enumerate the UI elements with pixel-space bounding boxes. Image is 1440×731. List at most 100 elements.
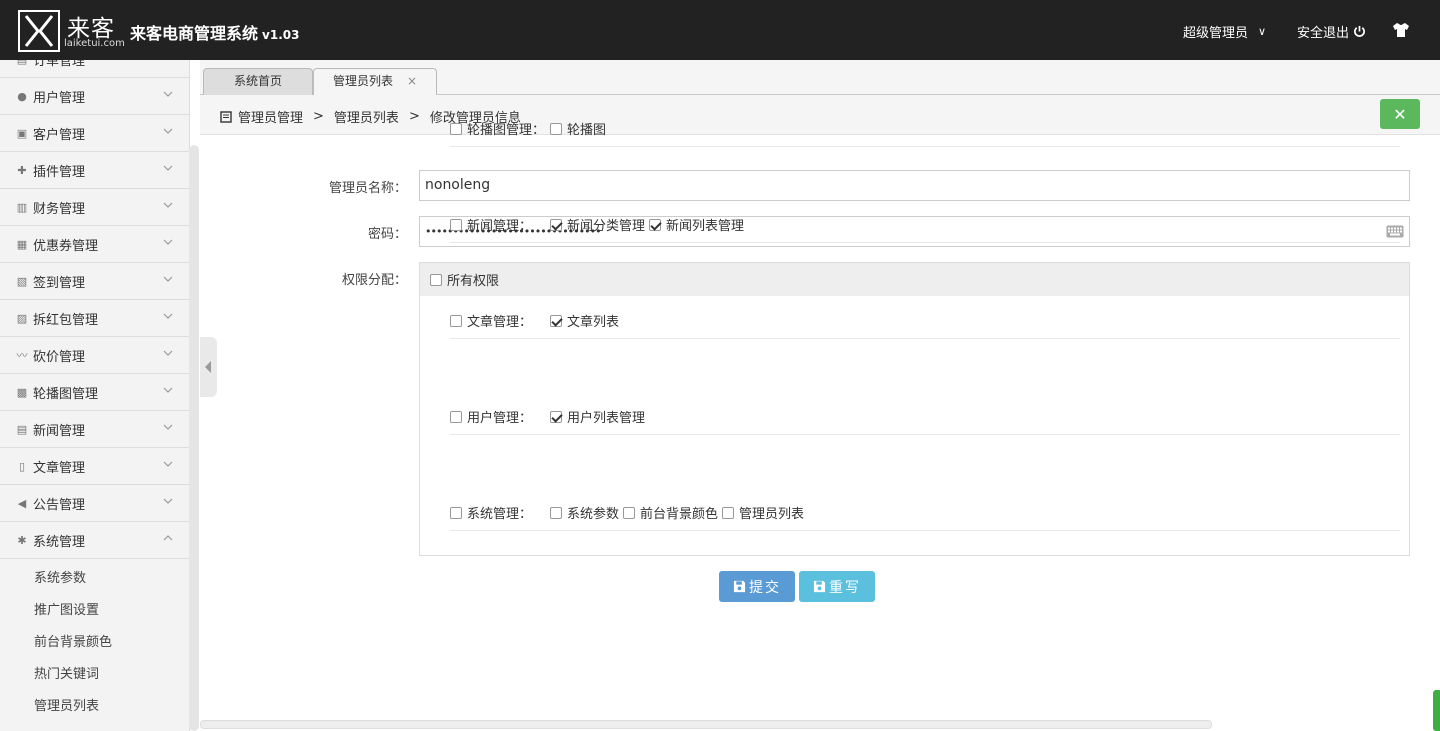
sidebar-subitem[interactable]: 推广图设置 bbox=[0, 595, 189, 627]
file-icon: ▯ bbox=[18, 459, 26, 473]
permission-checkbox[interactable] bbox=[550, 506, 562, 519]
all-permissions-checkbox[interactable] bbox=[430, 273, 442, 286]
sidebar-scrollbar[interactable] bbox=[189, 145, 199, 731]
reset-label: 重写 bbox=[829, 579, 861, 596]
breadcrumb-item[interactable]: 管理员列表 bbox=[334, 107, 399, 126]
permission-checkbox[interactable] bbox=[550, 314, 562, 327]
permission-group-checkbox[interactable] bbox=[450, 218, 462, 231]
permission-checkbox[interactable] bbox=[649, 218, 662, 231]
save-icon bbox=[813, 580, 826, 593]
chevron-down-icon bbox=[163, 350, 173, 356]
power-icon bbox=[1354, 25, 1365, 37]
permission-label: 新闻分类管理 bbox=[567, 219, 646, 234]
permission-panel: 所有权限 轮播图管理： 轮播图 新闻管理： 新闻分类管理 新闻列表管理 文章管理： 文章列表… bbox=[419, 122, 1410, 556]
chevron-down-icon bbox=[163, 165, 173, 171]
image-icon: ▩ bbox=[16, 385, 28, 399]
logout-button[interactable]: 安全退出 bbox=[1297, 22, 1366, 41]
side-indicator bbox=[1433, 690, 1440, 731]
reset-button[interactable]: 重写 bbox=[799, 571, 875, 602]
permission-checkbox[interactable] bbox=[722, 506, 735, 519]
close-icon[interactable]: × bbox=[407, 74, 417, 88]
permission-group-checkbox[interactable] bbox=[450, 314, 462, 327]
permission-checkbox[interactable] bbox=[550, 410, 562, 423]
clipboard-icon: ▧ bbox=[16, 274, 28, 288]
sidebar-item[interactable]: ▣ 客户管理 bbox=[0, 115, 189, 152]
sidebar-item[interactable]: ✚ 插件管理 bbox=[0, 152, 189, 189]
theme-shirt-icon[interactable] bbox=[1392, 22, 1410, 38]
permission-label: 用户列表管理 bbox=[567, 411, 646, 426]
sidebar-item-label: 拆红包管理 bbox=[33, 312, 99, 328]
save-icon bbox=[733, 580, 746, 593]
order-icon: ▤ bbox=[16, 60, 28, 66]
permission-group-label: 轮播图管理： bbox=[467, 123, 546, 138]
sidebar-item[interactable]: ▦ 优惠券管理 bbox=[0, 226, 189, 263]
permission-label: 管理员列表 bbox=[739, 507, 805, 522]
logo-icon bbox=[18, 10, 60, 52]
logo-domain: laiketui.com bbox=[64, 38, 125, 49]
sidebar-item[interactable]: ✱ 系统管理 bbox=[0, 522, 189, 559]
tab-admin-list[interactable]: 管理员列表 × bbox=[313, 68, 437, 96]
permission-row: 系统管理： 系统参数 前台背景颜色 管理员列表 bbox=[450, 483, 1400, 531]
permission-checkbox[interactable] bbox=[623, 506, 636, 519]
user-menu[interactable]: 超级管理员 ∨ bbox=[1183, 22, 1266, 41]
sidebar-item[interactable]: ● 用户管理 bbox=[0, 78, 189, 115]
permission-checkbox[interactable] bbox=[550, 122, 562, 135]
sidebar-subitem[interactable]: 热门关键词 bbox=[0, 659, 189, 691]
sidebar-item-label: 系统管理 bbox=[33, 534, 86, 550]
tab-bar: 系统首页 管理员列表 × bbox=[200, 60, 1440, 96]
permission-group-checkbox[interactable] bbox=[450, 410, 462, 423]
permission-checkbox[interactable] bbox=[550, 218, 562, 231]
breadcrumb-item[interactable]: 管理员管理 bbox=[238, 107, 303, 126]
sidebar-item[interactable]: ▤ 订单管理 bbox=[0, 60, 189, 78]
sidebar-item[interactable]: ◀ 公告管理 bbox=[0, 485, 189, 522]
permission-row: 新闻管理： 新闻分类管理 新闻列表管理 bbox=[450, 195, 1400, 243]
trend-icon: 〰 bbox=[16, 349, 28, 362]
sidebar-item-label: 用户管理 bbox=[33, 90, 86, 106]
chevron-down-icon bbox=[163, 202, 173, 208]
news-icon: ▤ bbox=[16, 422, 28, 436]
sidebar-subitem[interactable]: 前台背景颜色 bbox=[0, 627, 189, 659]
puzzle-icon: ✚ bbox=[17, 163, 27, 177]
sidebar-collapse-toggle[interactable] bbox=[200, 337, 217, 397]
tab-home[interactable]: 系统首页 bbox=[203, 68, 313, 95]
permission-label: 新闻列表管理 bbox=[666, 219, 745, 234]
permission-group-checkbox[interactable] bbox=[450, 506, 462, 519]
permission-label: 系统参数 bbox=[567, 507, 620, 522]
sidebar-item[interactable]: ▯ 文章管理 bbox=[0, 448, 189, 485]
chevron-down-icon bbox=[163, 60, 173, 62]
permission-label: 轮播图 bbox=[567, 123, 607, 138]
sidebar-item[interactable]: ▤ 新闻管理 bbox=[0, 411, 189, 448]
app-title: 来客电商管理系统 v1.03 bbox=[130, 24, 300, 43]
user-icon: ● bbox=[17, 89, 27, 103]
permission-label: 前台背景颜色 bbox=[640, 507, 719, 522]
user-name: 超级管理员 bbox=[1183, 26, 1249, 41]
customer-icon: ▣ bbox=[16, 126, 28, 140]
sidebar-subitem[interactable]: 管理员列表 bbox=[0, 691, 189, 723]
chevron-up-icon bbox=[163, 535, 173, 541]
sidebar-item[interactable]: ▥ 财务管理 bbox=[0, 189, 189, 226]
sidebar-item-label: 客户管理 bbox=[33, 127, 86, 143]
sidebar-item[interactable]: ▧ 签到管理 bbox=[0, 263, 189, 300]
permission-group-checkbox[interactable] bbox=[450, 122, 462, 135]
permission-label: 文章列表 bbox=[567, 315, 620, 330]
sidebar-item[interactable]: ▩ 轮播图管理 bbox=[0, 374, 189, 411]
horizontal-scrollbar[interactable] bbox=[200, 720, 1212, 729]
permission-group-label: 文章管理： bbox=[467, 315, 533, 330]
sidebar-item-label: 插件管理 bbox=[33, 164, 86, 180]
submit-button[interactable]: 提交 bbox=[719, 571, 795, 602]
sidebar-subitem[interactable]: 系统参数 bbox=[0, 563, 189, 595]
chevron-down-icon bbox=[163, 387, 173, 393]
sidebar-item[interactable]: 〰砍价管理 bbox=[0, 337, 189, 374]
permission-row: 轮播图管理： 轮播图 bbox=[450, 99, 1400, 147]
permission-row: 用户管理： 用户列表管理 bbox=[450, 387, 1400, 435]
permission-row: 文章管理： 文章列表 bbox=[450, 291, 1400, 339]
chevron-down-icon bbox=[163, 276, 173, 282]
book-icon bbox=[220, 110, 232, 123]
sidebar-item[interactable]: ▨ 拆红包管理 bbox=[0, 300, 189, 337]
chevron-down-icon bbox=[163, 498, 173, 504]
password-label: 密码： bbox=[367, 227, 407, 242]
sidebar-item-label: 优惠券管理 bbox=[33, 238, 99, 254]
sidebar-item-label: 订单管理 bbox=[33, 60, 86, 69]
sidebar-item-label: 公告管理 bbox=[33, 497, 86, 513]
sidebar-item-label: 文章管理 bbox=[33, 460, 86, 476]
